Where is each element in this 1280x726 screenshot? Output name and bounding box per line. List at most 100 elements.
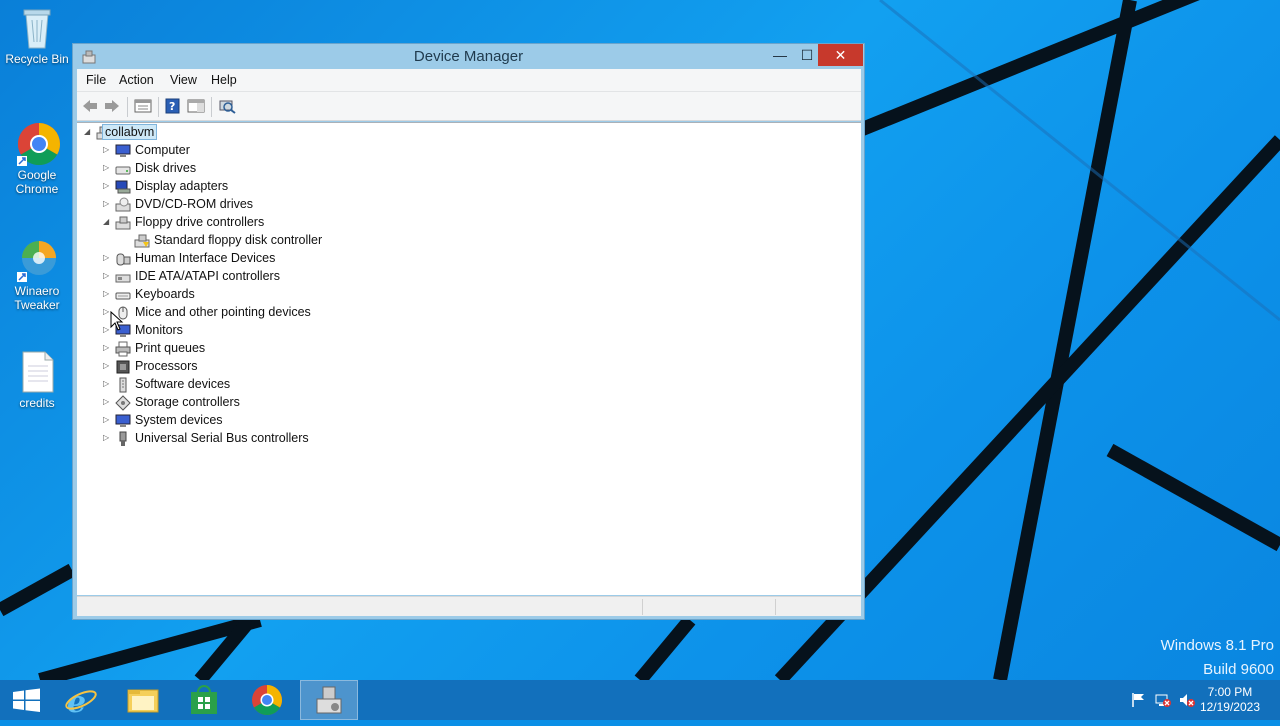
winaero-tweaker-icon — [17, 238, 57, 282]
mouse-cursor-icon — [110, 310, 124, 336]
action-center-flag-icon[interactable] — [1130, 692, 1146, 708]
title-bar[interactable]: Device Manager — ☐ ✕ — [73, 44, 864, 70]
expand-arrow-icon[interactable]: ▷ — [103, 415, 113, 425]
category-label: Human Interface Devices — [135, 251, 276, 265]
category-label: Mice and other pointing devices — [135, 305, 311, 319]
network-disconnected-icon[interactable] — [1155, 692, 1171, 708]
recycle-bin-shortcut[interactable]: Recycle Bin — [0, 6, 74, 66]
category-label: Disk drives — [135, 161, 197, 175]
menu-file[interactable]: File — [86, 73, 106, 87]
category-label: Keyboards — [135, 287, 195, 301]
watermark-build: Build 9600 — [1203, 661, 1274, 678]
chrome-label: Google Chrome — [15, 168, 59, 196]
status-divider — [642, 599, 643, 615]
hid-icon — [115, 251, 131, 267]
category-label: System devices — [135, 413, 223, 427]
collapse-arrow-icon[interactable]: ◢ — [84, 127, 94, 137]
file-explorer-button[interactable] — [115, 680, 171, 720]
back-icon[interactable] — [81, 98, 99, 114]
expand-arrow-icon[interactable]: ▷ — [103, 433, 113, 443]
disk-drive-icon — [115, 161, 131, 177]
close-button[interactable]: ✕ — [818, 44, 863, 66]
show-hide-icon[interactable] — [187, 98, 205, 114]
text-file-icon — [17, 350, 57, 394]
root-label: collabvm — [102, 124, 158, 140]
google-chrome-shortcut[interactable]: Google Chrome — [0, 122, 74, 196]
menu-help[interactable]: Help — [211, 73, 237, 87]
device-manager-window: Device Manager — ☐ ✕ File Action View He… — [72, 43, 865, 620]
minimize-button[interactable]: — — [768, 44, 792, 66]
store-icon — [191, 685, 217, 714]
expand-arrow-icon[interactable]: ▷ — [103, 181, 113, 191]
expand-arrow-icon[interactable]: ▷ — [103, 145, 113, 155]
category-label: Storage controllers — [135, 395, 240, 409]
menu-action[interactable]: Action — [119, 73, 154, 87]
chrome-taskbar-button[interactable] — [239, 680, 295, 720]
expand-arrow-icon[interactable]: ▷ — [103, 379, 113, 389]
internet-explorer-icon: e — [65, 685, 97, 720]
window-title: Device Manager — [413, 48, 524, 65]
volume-muted-icon[interactable] — [1179, 692, 1195, 708]
software-device-icon — [115, 377, 131, 393]
menu-view[interactable]: View — [170, 73, 197, 87]
chrome-icon — [252, 685, 282, 716]
recycle-bin-icon — [17, 6, 57, 50]
toolbar-separator — [158, 97, 159, 117]
category-label: Computer — [135, 143, 190, 157]
start-icon — [13, 688, 40, 712]
keyboard-icon — [115, 287, 131, 303]
expand-arrow-icon[interactable]: ▷ — [103, 163, 113, 173]
expand-arrow-icon[interactable]: ▷ — [103, 343, 113, 353]
expand-arrow-icon[interactable]: ▷ — [103, 361, 113, 371]
winaero-tweaker-label: Winaero Tweaker — [14, 284, 60, 312]
computer-icon — [115, 143, 131, 159]
ide-controller-icon — [115, 269, 131, 285]
menu-bar: File Action View Help — [77, 69, 861, 91]
device-tree[interactable]: ◢ collabvm ▷ Computer ▷ Disk drives ▷ Di… — [77, 122, 861, 595]
expand-arrow-icon[interactable]: ▷ — [103, 397, 113, 407]
floppy-controller-icon — [115, 215, 131, 231]
expand-arrow-icon[interactable]: ▷ — [103, 253, 113, 263]
clock-date: 12/19/2023 — [1199, 700, 1260, 714]
device-manager-taskbar-button[interactable] — [300, 680, 358, 720]
start-button[interactable] — [0, 680, 56, 720]
status-bar — [77, 596, 861, 616]
clock-time: 7:00 PM — [1207, 685, 1253, 699]
forward-icon[interactable] — [103, 98, 121, 114]
credits-file[interactable]: credits — [0, 350, 74, 410]
dvd-drive-icon — [115, 197, 131, 213]
expand-arrow-icon[interactable]: ▷ — [103, 271, 113, 281]
help-icon[interactable]: ? — [164, 98, 182, 114]
category-label: DVD/CD-ROM drives — [135, 197, 254, 211]
display-adapter-icon — [115, 179, 131, 195]
device-manager-icon — [316, 686, 342, 714]
status-divider — [775, 599, 776, 615]
chrome-icon — [17, 122, 61, 166]
taskbar: e 7:00 PM 12/19/2023 — [0, 680, 1280, 720]
svg-text:?: ? — [169, 100, 175, 113]
svg-text:e: e — [67, 685, 86, 720]
expand-arrow-icon[interactable]: ▷ — [103, 199, 113, 209]
properties-pane-icon[interactable] — [134, 98, 152, 114]
collapse-arrow-icon[interactable]: ◢ — [103, 217, 113, 227]
category-label: Processors — [135, 359, 198, 373]
printer-icon — [115, 341, 131, 357]
category-label: Print queues — [135, 341, 206, 355]
floppy-controller-device-icon — [134, 233, 150, 249]
toolbar-separator — [211, 97, 212, 117]
maximize-button[interactable]: ☐ — [795, 44, 819, 66]
internet-explorer-button[interactable]: e — [53, 680, 109, 720]
store-button[interactable] — [177, 680, 233, 720]
system-clock[interactable]: 7:00 PM 12/19/2023 — [1200, 685, 1260, 715]
winaero-tweaker-shortcut[interactable]: Winaero Tweaker — [0, 238, 74, 312]
category-label: Universal Serial Bus controllers — [135, 431, 309, 445]
toolbar: ? — [77, 91, 861, 121]
file-explorer-icon — [127, 689, 159, 713]
device-label: Standard floppy disk controller — [154, 233, 323, 247]
storage-controller-icon — [115, 395, 131, 411]
category-label: Floppy drive controllers — [135, 215, 265, 229]
category-label: Display adapters — [135, 179, 229, 193]
expand-arrow-icon[interactable]: ▷ — [103, 289, 113, 299]
scan-hardware-icon[interactable] — [218, 98, 236, 114]
usb-icon — [115, 431, 131, 447]
